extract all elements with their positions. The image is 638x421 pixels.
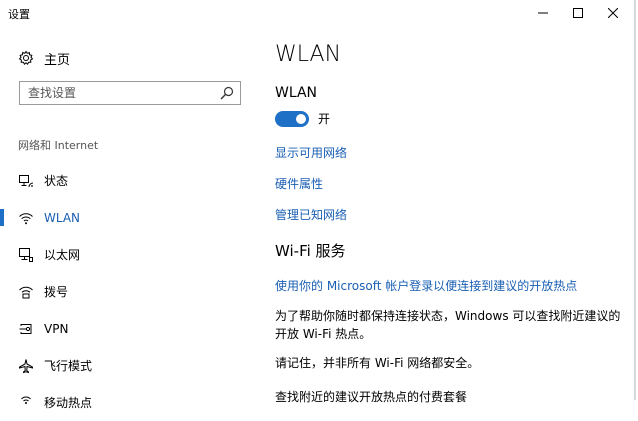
wlan-toggle-label: WLAN <box>275 85 318 101</box>
paid-plans-text: 查找附近的建议开放热点的付费套餐 <box>275 390 468 404</box>
sidebar-item-label: 飞行模式 <box>44 359 93 373</box>
manage-known-networks-link[interactable]: 管理已知网络 <box>275 206 347 223</box>
wifi-icon <box>19 212 33 224</box>
home-label: 主页 <box>44 52 71 68</box>
maximize-icon <box>573 8 583 18</box>
settings-window: 设置 主页 网络和 Internet <box>0 0 636 410</box>
status-icon <box>19 174 34 187</box>
main-content: WLAN WLAN 开 显示可用网络 硬件属性 管理已知网络 Wi-Fi 服务 … <box>262 28 634 404</box>
search-input[interactable] <box>20 82 218 104</box>
network-section-label: 网络和 Internet <box>18 139 99 152</box>
close-button[interactable] <box>596 0 630 26</box>
sidebar-item-label: 拨号 <box>44 285 69 299</box>
security-note: 请记住，并非所有 Wi-Fi 网络都安全。 <box>275 356 480 370</box>
title-bar: 设置 <box>0 0 634 28</box>
sidebar-item-label: 移动热点 <box>44 396 93 410</box>
hotspot-icon <box>21 396 31 404</box>
sidebar-item-hotspot[interactable]: 移动热点 <box>0 384 262 421</box>
hotspot-description-line2: 开放 Wi-Fi 热点。 <box>275 327 372 341</box>
minimize-icon <box>538 12 548 14</box>
sidebar-item-label: 状态 <box>44 174 69 188</box>
hotspot-description-line1: 为了帮助你随时都保持连接状态，Windows 可以查找附近建议的 <box>275 309 621 323</box>
sidebar-item-airplane[interactable]: 飞行模式 <box>0 347 262 384</box>
show-available-networks-link[interactable]: 显示可用网络 <box>275 144 347 161</box>
home-nav-item[interactable]: 主页 <box>18 49 71 68</box>
close-icon <box>608 8 618 18</box>
nav-list: 状态 WLAN 以太网 拨号 VPN 飞行模式 移动热点 <box>0 162 262 421</box>
sidebar-item-ethernet[interactable]: 以太网 <box>0 236 262 273</box>
sidebar-item-vpn[interactable]: VPN <box>0 310 262 347</box>
toggle-knob <box>296 113 306 124</box>
window-title: 设置 <box>8 8 30 21</box>
microsoft-account-signin-link[interactable]: 使用你的 Microsoft 帐户登录以便连接到建议的开放热点 <box>275 277 577 294</box>
vpn-icon <box>19 323 32 334</box>
sidebar: 主页 网络和 Internet <box>0 28 262 410</box>
dialup-icon <box>19 286 33 298</box>
sidebar-item-wlan[interactable]: WLAN <box>0 199 262 236</box>
page-title: WLAN <box>275 42 342 67</box>
sidebar-item-label: VPN <box>44 321 69 336</box>
sidebar-item-status[interactable]: 状态 <box>0 162 262 199</box>
sidebar-item-label: 以太网 <box>44 248 81 262</box>
ethernet-icon <box>19 247 33 262</box>
search-box <box>19 81 241 105</box>
hotspot-description: 为了帮助你随时都保持连接状态，Windows 可以查找附近建议的 开放 Wi-F… <box>275 307 625 343</box>
sidebar-item-dialup[interactable]: 拨号 <box>0 273 262 310</box>
search-icon[interactable] <box>220 86 234 100</box>
wifi-service-heading: Wi-Fi 服务 <box>275 242 346 260</box>
airplane-icon <box>19 358 33 373</box>
maximize-button[interactable] <box>561 0 595 26</box>
gear-icon <box>18 50 34 66</box>
toggle-state-label: 开 <box>318 112 331 126</box>
hardware-properties-link[interactable]: 硬件属性 <box>275 175 323 192</box>
sidebar-item-label: WLAN <box>44 210 81 225</box>
wlan-toggle-row: 开 <box>275 110 330 127</box>
wlan-toggle-switch[interactable] <box>275 110 309 127</box>
minimize-button[interactable] <box>526 0 560 26</box>
